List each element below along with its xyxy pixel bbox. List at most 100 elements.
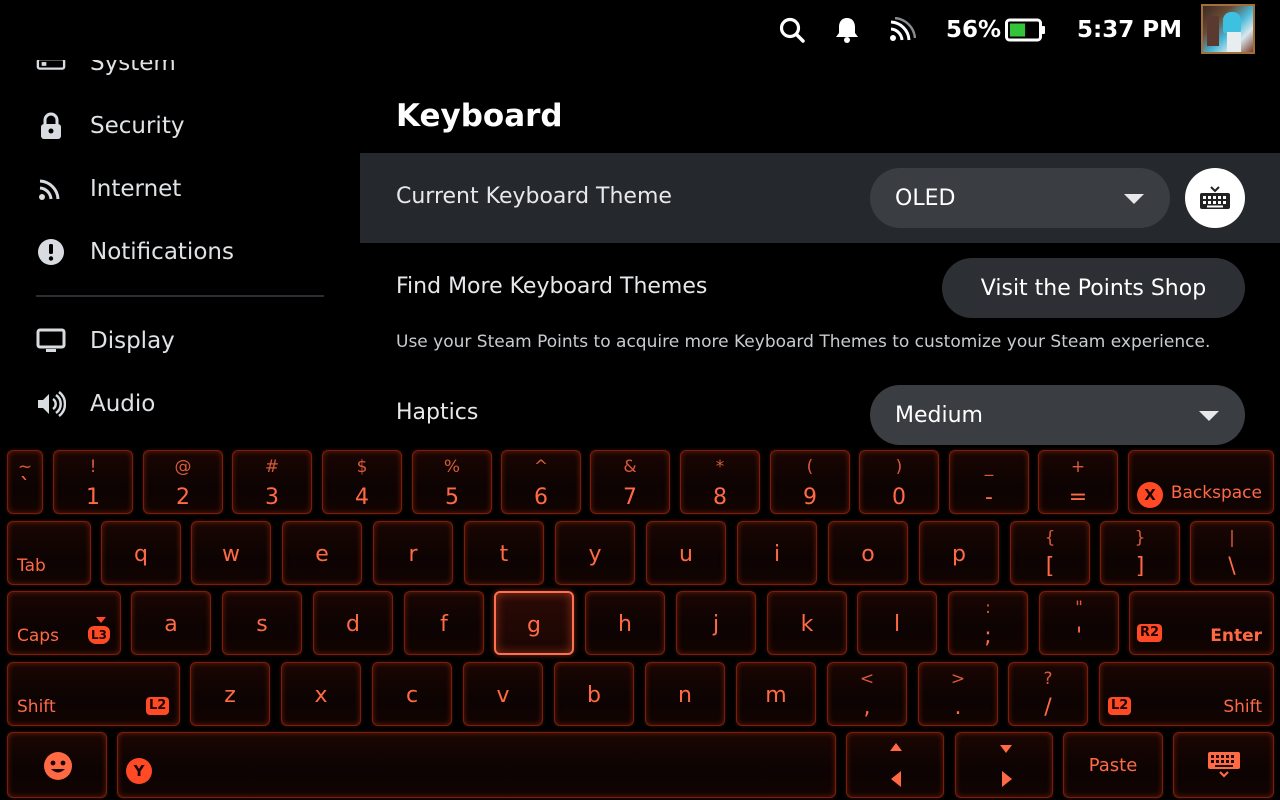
key-minus[interactable]: _ - <box>949 450 1029 514</box>
monitor-icon <box>36 326 66 356</box>
key-slash[interactable]: ? / <box>1008 662 1088 726</box>
key-backtick[interactable]: ~ ` <box>7 450 43 514</box>
key-7[interactable]: & 7 <box>590 450 670 514</box>
key-d[interactable]: d <box>313 591 393 655</box>
lock-icon <box>36 111 66 141</box>
key-r[interactable]: r <box>373 521 453 585</box>
key-space[interactable]: Y <box>117 732 836 798</box>
key-c[interactable]: c <box>372 662 452 726</box>
search-icon[interactable] <box>777 14 807 46</box>
key-i[interactable]: i <box>737 521 817 585</box>
sidebar-item-label: Audio <box>90 391 156 417</box>
bell-icon[interactable] <box>832 14 862 46</box>
visit-points-shop-button[interactable]: Visit the Points Shop <box>942 258 1245 318</box>
key-m[interactable]: m <box>736 662 816 726</box>
key-w[interactable]: w <box>191 521 271 585</box>
emoji-icon <box>44 752 72 780</box>
key-1[interactable]: ! 1 <box>53 450 133 514</box>
key-o[interactable]: o <box>828 521 908 585</box>
key-h[interactable]: h <box>585 591 665 655</box>
arrow-down-icon <box>1000 745 1012 753</box>
key-emoji[interactable] <box>7 732 107 798</box>
key-x[interactable]: x <box>281 662 361 726</box>
key-q[interactable]: q <box>101 521 181 585</box>
key-b[interactable]: b <box>554 662 634 726</box>
key-f[interactable]: f <box>404 591 484 655</box>
keyboard-icon <box>1200 186 1230 209</box>
key-2[interactable]: @ 2 <box>143 450 223 514</box>
key-t[interactable]: t <box>464 521 544 585</box>
key-n[interactable]: n <box>645 662 725 726</box>
haptics-dropdown[interactable]: Medium <box>870 385 1245 445</box>
haptics-value: Medium <box>895 402 983 428</box>
key-caps[interactable]: Caps L3 <box>7 591 121 655</box>
key-right-bracket[interactable]: } ] <box>1100 521 1180 585</box>
key-e[interactable]: e <box>282 521 362 585</box>
keyboard-theme-dropdown[interactable]: OLED <box>870 168 1170 228</box>
key-backspace[interactable]: X Backspace <box>1128 450 1274 514</box>
key-6[interactable]: ^ 6 <box>501 450 581 514</box>
key-paste[interactable]: Paste <box>1063 732 1163 798</box>
sidebar-item-display[interactable]: Display <box>0 316 340 366</box>
status-bar: 56% 5:37 PM <box>0 0 1280 60</box>
key-4[interactable]: $ 4 <box>322 450 402 514</box>
y-button-badge: Y <box>126 758 152 784</box>
key-hide-keyboard[interactable] <box>1173 732 1274 798</box>
key-shift-left[interactable]: Shift L2 <box>7 662 180 726</box>
key-v[interactable]: v <box>463 662 543 726</box>
sidebar-item-label: Security <box>90 113 185 139</box>
points-shop-description: Use your Steam Points to acquire more Ke… <box>396 332 1211 352</box>
virtual-keyboard: ~ ` ! 1 @ 2 # 3 $ 4 % 5 ^ 6 & 7 * 8 ( 9 … <box>0 446 1280 800</box>
key-8[interactable]: * 8 <box>680 450 760 514</box>
chevron-down-icon <box>1199 411 1219 421</box>
key-period[interactable]: > . <box>918 662 998 726</box>
key-0[interactable]: ) 0 <box>859 450 939 514</box>
sidebar-item-label: Internet <box>90 176 182 202</box>
key-quote[interactable]: " ' <box>1039 591 1119 655</box>
key-9[interactable]: ( 9 <box>770 450 850 514</box>
arrow-down-icon <box>96 617 106 623</box>
key-l[interactable]: l <box>857 591 937 655</box>
sidebar-item-internet[interactable]: Internet <box>0 164 340 214</box>
battery-percent: 56% <box>946 17 1002 43</box>
page-title: Keyboard <box>396 98 563 134</box>
wifi-icon <box>36 174 66 204</box>
key-5[interactable]: % 5 <box>412 450 492 514</box>
key-3[interactable]: # 3 <box>232 450 312 514</box>
preview-keyboard-button[interactable] <box>1185 168 1245 228</box>
sidebar-divider <box>36 295 324 297</box>
l2-badge: L2 <box>1108 697 1132 715</box>
speaker-icon <box>36 389 66 419</box>
key-u[interactable]: u <box>646 521 726 585</box>
keyboard-hide-icon <box>1208 752 1240 778</box>
key-enter[interactable]: R2 Enter <box>1129 591 1274 655</box>
key-p[interactable]: p <box>919 521 999 585</box>
key-y[interactable]: y <box>555 521 635 585</box>
l2-badge: L2 <box>146 697 170 715</box>
key-semicolon[interactable]: : ; <box>948 591 1028 655</box>
key-a[interactable]: a <box>131 591 211 655</box>
key-j[interactable]: j <box>676 591 756 655</box>
key-g[interactable]: g <box>494 591 574 655</box>
key-left-bracket[interactable]: { [ <box>1010 521 1090 585</box>
arrow-left-icon <box>891 771 901 787</box>
avatar[interactable] <box>1201 4 1255 54</box>
key-backslash[interactable]: | \ <box>1190 521 1274 585</box>
key-arrow-up-left[interactable] <box>846 732 944 798</box>
chevron-down-icon <box>1124 194 1144 204</box>
key-z[interactable]: z <box>190 662 270 726</box>
key-s[interactable]: s <box>222 591 302 655</box>
sidebar: System Security Internet Notifications D… <box>0 40 360 450</box>
sidebar-item-notifications[interactable]: Notifications <box>0 227 340 277</box>
arrow-right-icon <box>1002 771 1012 787</box>
key-equals[interactable]: + = <box>1038 450 1118 514</box>
wifi-icon[interactable] <box>887 14 917 46</box>
sidebar-item-security[interactable]: Security <box>0 101 340 151</box>
key-k[interactable]: k <box>767 591 847 655</box>
key-comma[interactable]: < , <box>827 662 907 726</box>
key-tab[interactable]: Tab <box>7 521 91 585</box>
key-arrow-down-right[interactable] <box>955 732 1053 798</box>
haptics-label: Haptics <box>396 400 479 425</box>
sidebar-item-audio[interactable]: Audio <box>0 379 340 429</box>
key-shift-right[interactable]: L2 Shift <box>1099 662 1274 726</box>
